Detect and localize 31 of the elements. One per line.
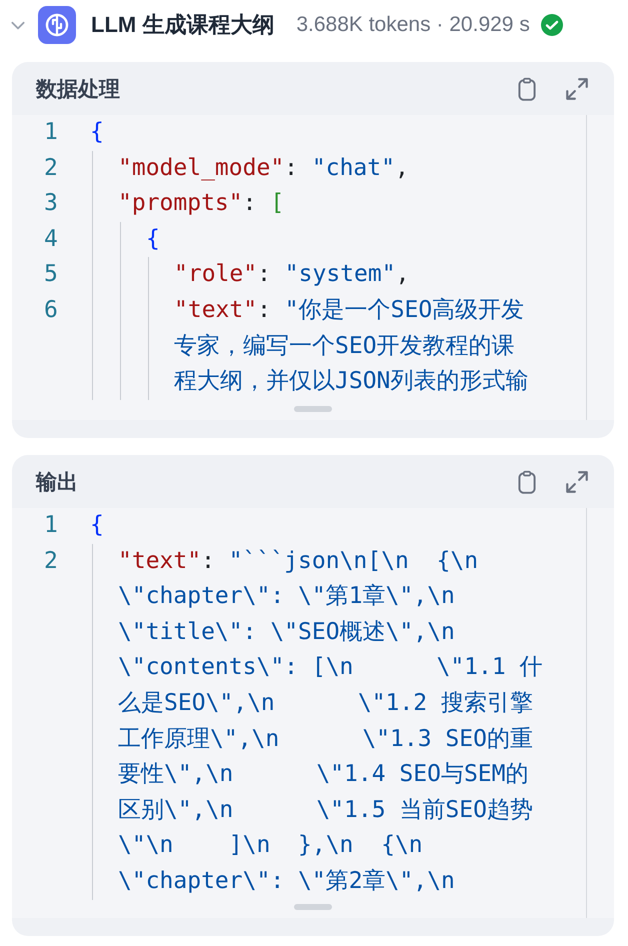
- code-line: \"chapter\": \"第2章\",\n: [118, 866, 455, 896]
- token-time-stats: 3.688K tokens · 20.929 s: [296, 13, 530, 37]
- line-number: 6: [44, 296, 58, 323]
- code-line: 区别\",\n \"1.5 当前SEO趋势: [118, 796, 533, 825]
- line-number: 2: [44, 154, 58, 181]
- code-line: "text": "你是一个SEO高级开发: [174, 296, 524, 325]
- code-line: "prompts": [: [118, 189, 284, 218]
- line-number: 1: [44, 512, 58, 538]
- code-line: {: [90, 118, 104, 147]
- code-line: \"\n ]\n },\n {\n: [118, 831, 423, 860]
- code-line: \"chapter\": \"第1章\",\n: [118, 582, 455, 612]
- line-number: 2: [44, 548, 58, 574]
- node-title: LLM 生成课程大纲: [91, 11, 274, 39]
- line-number: 3: [44, 190, 58, 216]
- line-number: 1: [44, 119, 58, 145]
- code-line: 么是SEO\",\n \"1.2 搜索引擎: [118, 688, 533, 718]
- code-line: "role": "system",: [174, 260, 410, 290]
- code-line: \"title\": \"SEO概述\",\n: [118, 618, 455, 647]
- code-line: \"contents\": [\n \"1.1 什: [118, 653, 543, 682]
- code-line: {: [90, 511, 104, 540]
- code-line: {: [146, 224, 160, 254]
- panel-title: 数据处理: [36, 76, 121, 102]
- line-number: 5: [44, 261, 58, 288]
- code-line: 工作原理\",\n \"1.3 SEO的重: [118, 724, 533, 754]
- panel-title: 输出: [36, 470, 79, 496]
- code-line: 专家，编写一个SEO开发教程的课: [174, 332, 515, 361]
- code-line: 要性\",\n \"1.4 SEO与SEM的: [118, 760, 528, 790]
- line-number: 4: [44, 226, 58, 252]
- code-line: "text": "```json\n[\n {\n: [118, 546, 478, 576]
- code-line: 程大纲，并仅以JSON列表的形式输: [174, 367, 528, 396]
- code-line: "model_mode": "chat",: [118, 154, 409, 183]
